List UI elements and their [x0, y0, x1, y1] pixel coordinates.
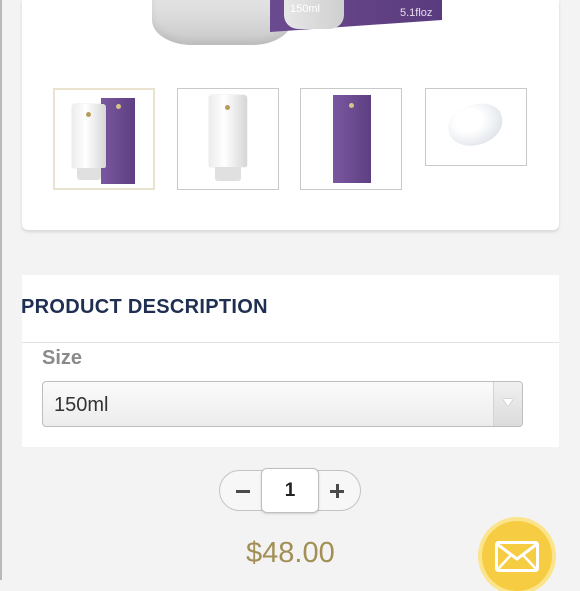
select-dropdown-button[interactable] — [493, 382, 522, 426]
thumbnail-tube-and-carton[interactable] — [53, 88, 155, 190]
brand-logo-icon — [349, 103, 354, 108]
carton-shape — [333, 95, 371, 183]
product-gallery-card: 150ml 5.1floz — [22, 0, 559, 230]
carton-shape — [101, 98, 135, 184]
product-description-heading: PRODUCT DESCRIPTION — [21, 296, 268, 318]
tube-cap-shape — [215, 167, 241, 181]
cream-swatch-shape — [443, 98, 508, 152]
decrement-quantity-button[interactable] — [219, 470, 265, 511]
thumbnail-tube[interactable] — [177, 88, 279, 190]
minus-icon — [236, 490, 250, 493]
tube-shape — [72, 104, 106, 168]
tube-shape — [209, 95, 247, 167]
divider — [22, 342, 559, 343]
chevron-down-icon — [503, 399, 513, 406]
brand-logo-icon — [116, 104, 121, 109]
brand-logo-icon — [86, 112, 91, 117]
size-select[interactable]: 150ml — [42, 381, 523, 427]
quantity-input[interactable]: 1 — [261, 468, 319, 513]
hero-volume-ml: 150ml — [290, 3, 320, 15]
brand-logo-icon — [225, 105, 230, 110]
envelope-icon — [495, 541, 539, 572]
contact-mail-button[interactable] — [482, 521, 552, 591]
size-selected-value: 150ml — [54, 394, 109, 416]
thumbnail-cream-texture[interactable] — [425, 88, 527, 166]
tube-cap-shape — [77, 168, 101, 180]
page-edge-line — [0, 0, 2, 580]
hero-volume-oz: 5.1floz — [400, 7, 433, 19]
quantity-stepper: 1 — [219, 468, 361, 513]
main-product-image: 150ml 5.1floz — [22, 0, 559, 70]
increment-quantity-button[interactable] — [315, 470, 361, 511]
thumbnail-carton[interactable] — [300, 88, 402, 190]
size-label: Size — [42, 347, 83, 369]
product-price: $48.00 — [246, 537, 335, 569]
